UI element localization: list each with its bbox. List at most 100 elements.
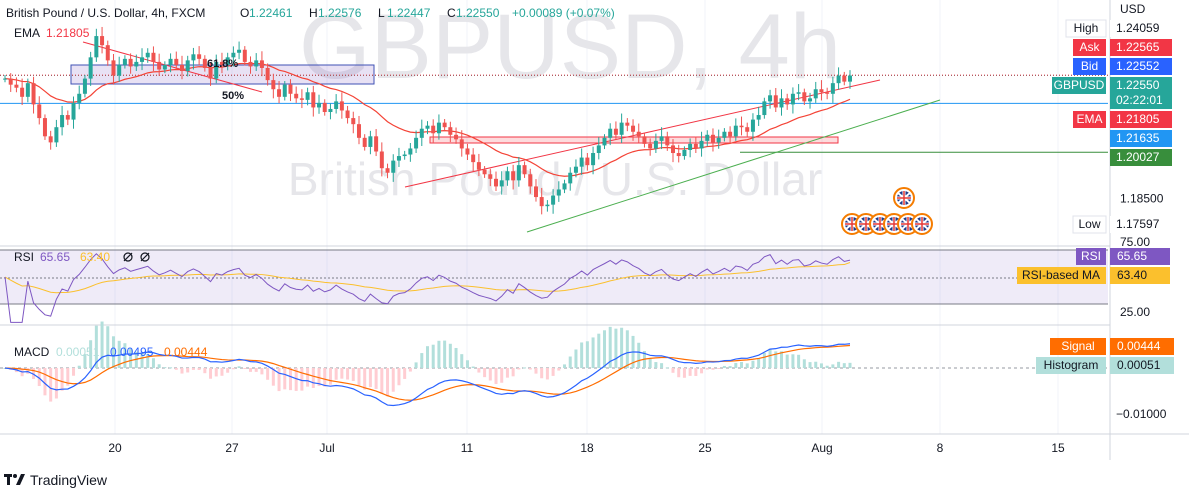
candle[interactable] xyxy=(573,166,578,173)
candle[interactable] xyxy=(345,110,350,119)
candle[interactable] xyxy=(259,60,264,68)
candle[interactable] xyxy=(14,84,19,88)
candle[interactable] xyxy=(425,125,430,129)
candle[interactable] xyxy=(42,118,47,137)
candle[interactable] xyxy=(282,84,287,97)
candle[interactable] xyxy=(539,197,544,207)
candle[interactable] xyxy=(790,93,795,105)
candle[interactable] xyxy=(494,178,499,187)
macd-axis[interactable]: Signal 0.00444 Histogram 0.00051 −0.0100… xyxy=(1036,338,1174,421)
candle[interactable] xyxy=(511,171,516,181)
candle[interactable] xyxy=(591,153,596,166)
candle[interactable] xyxy=(8,78,13,85)
candle[interactable] xyxy=(254,60,259,67)
candle[interactable] xyxy=(65,115,70,120)
candle[interactable] xyxy=(585,157,590,166)
candle[interactable] xyxy=(636,131,641,137)
candle[interactable] xyxy=(533,186,538,198)
candle[interactable] xyxy=(374,136,379,152)
candle[interactable] xyxy=(128,58,133,67)
candle[interactable] xyxy=(197,54,202,59)
candle[interactable] xyxy=(145,52,150,58)
candle[interactable] xyxy=(448,127,453,135)
candle[interactable] xyxy=(716,137,721,143)
candle[interactable] xyxy=(476,162,481,170)
candle[interactable] xyxy=(722,131,727,138)
candle[interactable] xyxy=(379,151,384,169)
uk-flag-icon[interactable] xyxy=(911,213,933,235)
candle[interactable] xyxy=(185,60,190,72)
candle[interactable] xyxy=(710,134,715,143)
candle[interactable] xyxy=(659,136,664,141)
candle[interactable] xyxy=(117,64,122,76)
candle[interactable] xyxy=(796,92,801,94)
candle[interactable] xyxy=(322,102,327,113)
candle[interactable] xyxy=(294,93,299,99)
candle[interactable] xyxy=(813,89,818,99)
candle[interactable] xyxy=(277,89,282,97)
candle[interactable] xyxy=(842,75,847,82)
candle[interactable] xyxy=(562,183,567,190)
candle[interactable] xyxy=(402,154,407,157)
candle[interactable] xyxy=(191,54,196,61)
candle[interactable] xyxy=(265,67,270,81)
candle[interactable] xyxy=(134,61,139,67)
candle[interactable] xyxy=(396,156,401,161)
candle[interactable] xyxy=(454,134,459,140)
candle[interactable] xyxy=(20,87,25,97)
candle[interactable] xyxy=(368,136,373,147)
candle[interactable] xyxy=(151,52,156,62)
candle[interactable] xyxy=(631,125,636,132)
candle[interactable] xyxy=(728,131,733,137)
candle[interactable] xyxy=(768,95,773,102)
resistance-zone[interactable] xyxy=(429,136,839,144)
candle[interactable] xyxy=(733,125,738,137)
candle[interactable] xyxy=(37,104,42,119)
rsi-axis[interactable]: 75.00 25.00 RSI 65.65 RSI-based MA 63.40 xyxy=(1017,235,1170,319)
candle[interactable] xyxy=(848,75,852,82)
candle[interactable] xyxy=(3,78,7,80)
candle[interactable] xyxy=(311,92,316,108)
candle[interactable] xyxy=(231,52,236,58)
candle[interactable] xyxy=(60,115,65,128)
candle[interactable] xyxy=(568,172,573,184)
candle[interactable] xyxy=(488,174,493,179)
candle[interactable] xyxy=(174,58,179,65)
candle[interactable] xyxy=(579,157,584,167)
candle[interactable] xyxy=(465,148,470,155)
candle[interactable] xyxy=(431,125,436,134)
candle[interactable] xyxy=(522,165,527,175)
candle[interactable] xyxy=(328,108,333,113)
candle[interactable] xyxy=(288,84,293,94)
candle[interactable] xyxy=(665,136,670,146)
candle[interactable] xyxy=(705,134,710,141)
candle[interactable] xyxy=(688,143,693,150)
candle[interactable] xyxy=(54,127,59,143)
candle[interactable] xyxy=(48,136,53,143)
candle[interactable] xyxy=(356,124,361,138)
candle[interactable] xyxy=(619,122,624,135)
candle[interactable] xyxy=(471,154,476,163)
candle[interactable] xyxy=(31,83,36,105)
candle[interactable] xyxy=(442,122,447,128)
candle[interactable] xyxy=(305,92,310,100)
candle[interactable] xyxy=(545,204,550,207)
candle[interactable] xyxy=(648,143,653,149)
candle[interactable] xyxy=(596,145,601,154)
candle[interactable] xyxy=(779,98,784,108)
candle[interactable] xyxy=(111,60,116,76)
candle[interactable] xyxy=(122,58,127,65)
candle[interactable] xyxy=(819,89,824,93)
candle[interactable] xyxy=(237,49,242,53)
candle[interactable] xyxy=(836,75,841,84)
candle[interactable] xyxy=(391,160,396,173)
candle[interactable] xyxy=(516,165,521,181)
candle[interactable] xyxy=(528,174,533,187)
candle[interactable] xyxy=(414,137,419,149)
candle[interactable] xyxy=(317,102,322,108)
candle[interactable] xyxy=(499,180,504,187)
candle[interactable] xyxy=(756,115,761,120)
candle[interactable] xyxy=(699,140,704,149)
candle[interactable] xyxy=(362,137,367,147)
uk-flag-icon[interactable] xyxy=(893,187,915,209)
